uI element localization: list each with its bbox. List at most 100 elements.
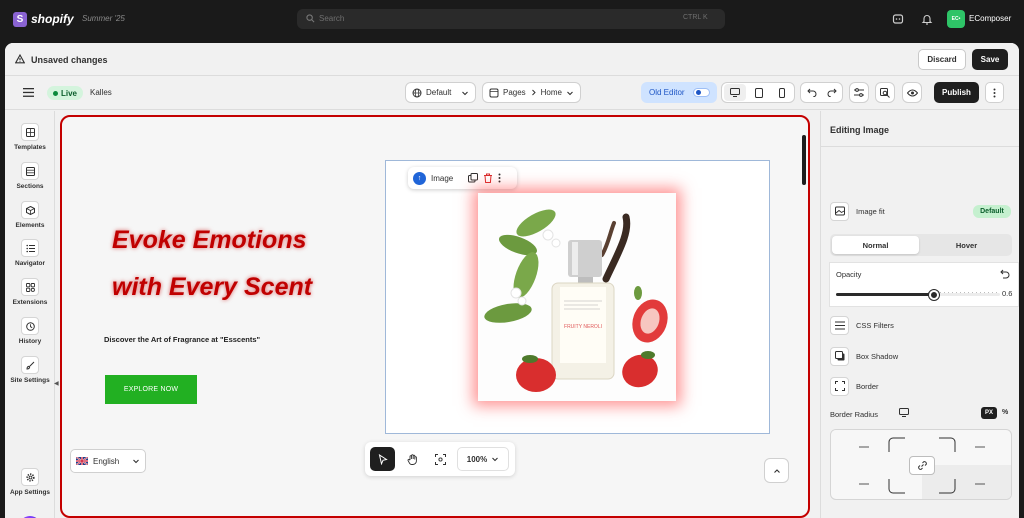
rail-item-label: Site Settings	[10, 377, 50, 384]
perfume-illustration: FRUITY NEROLI	[484, 209, 668, 392]
panel-title: Editing Image	[830, 125, 890, 135]
old-editor-label: Old Editor	[649, 88, 685, 97]
redo-button[interactable]	[823, 84, 841, 101]
template-dropdown-label: Default	[426, 88, 452, 97]
editor-toolbar: Live Kalles Default Pages Home Old Edito…	[5, 77, 1019, 110]
inbox-icon[interactable]	[892, 13, 904, 25]
rail-item-label: App Settings	[9, 489, 51, 496]
device-desktop-icon[interactable]	[899, 408, 909, 417]
shopify-topbar: S shopify Summer '25 Search CTRL K EC• E…	[0, 0, 1024, 40]
search-input[interactable]	[297, 9, 725, 29]
tab-normal[interactable]: Normal	[832, 236, 919, 254]
mobile-view-button[interactable]	[772, 84, 792, 101]
scroll-to-top-button[interactable]	[764, 458, 789, 483]
more-vertical-icon[interactable]	[498, 173, 501, 183]
opacity-slider-handle[interactable]	[929, 290, 939, 300]
preview-button[interactable]	[902, 82, 922, 103]
brush-icon	[21, 356, 39, 374]
language-selector[interactable]: English	[70, 449, 146, 473]
link-radius-button[interactable]	[909, 456, 935, 475]
duplicate-icon[interactable]	[468, 173, 479, 183]
live-status-badge: Live	[47, 86, 83, 100]
switch-knob	[696, 90, 701, 95]
image-fit-value-badge[interactable]: Default	[973, 205, 1011, 218]
page-breadcrumb-dropdown[interactable]: Pages Home	[482, 82, 581, 103]
border-radius-label: Border Radius	[830, 410, 878, 419]
image-element-selected[interactable]: ↑ Image FRUITY NEROLI	[385, 160, 770, 434]
image-select-parent-icon[interactable]: ↑	[413, 171, 426, 185]
panel-divider	[821, 146, 1019, 147]
contextual-save-bar: Unsaved changes Discard Save	[5, 43, 1019, 76]
opacity-value[interactable]: 0.6	[1002, 289, 1012, 298]
delete-icon[interactable]	[483, 173, 493, 183]
css-filters-row[interactable]: CSS Filters	[830, 314, 894, 336]
focus-frame-icon	[435, 453, 446, 465]
collapse-caret-icon[interactable]: ◀	[54, 380, 59, 388]
rail-item-label: Extensions	[12, 299, 48, 306]
link-icon	[917, 461, 927, 470]
image-fit-row[interactable]: Image fit	[830, 200, 885, 222]
discard-button[interactable]: Discard	[918, 49, 966, 70]
old-editor-switch[interactable]	[693, 88, 710, 97]
explore-now-button[interactable]: EXPLORE NOW	[105, 375, 197, 404]
editor-canvas[interactable]: Evoke Emotions with Every Scent Discover…	[60, 115, 810, 518]
rail-item-app-settings[interactable]: App Settings	[5, 468, 55, 496]
headline-line-1: Evoke Emotions	[112, 226, 307, 254]
history-controls	[800, 82, 843, 103]
chevron-down-icon	[567, 91, 573, 95]
fit-screen-button[interactable]	[428, 447, 453, 471]
redo-icon	[827, 88, 837, 97]
opacity-slider[interactable]	[836, 290, 1000, 300]
rail-item-navigator[interactable]: Navigator	[5, 239, 55, 267]
rail-item-label: Templates	[14, 144, 46, 151]
more-options-button[interactable]	[985, 82, 1004, 103]
border-label: Border	[856, 381, 879, 391]
tab-hover[interactable]: Hover	[923, 236, 1010, 254]
cursor-icon	[378, 453, 388, 465]
app-name[interactable]: EComposer	[969, 14, 1011, 23]
border-row[interactable]: Border	[830, 375, 879, 397]
rail-item-templates[interactable]: Templates	[5, 123, 55, 151]
inspect-button[interactable]	[875, 82, 895, 103]
tablet-view-button[interactable]	[749, 84, 769, 101]
style-state-tabs: Normal Hover	[830, 234, 1012, 256]
sections-icon	[21, 162, 39, 180]
save-button[interactable]: Save	[972, 49, 1008, 70]
rail-item-elements[interactable]: Elements	[5, 201, 55, 229]
hamburger-menu-icon[interactable]	[23, 88, 34, 97]
live-dot-icon	[52, 90, 58, 96]
rail-item-extensions[interactable]: Extensions	[5, 278, 55, 306]
edition-label: Summer '25	[82, 14, 125, 23]
templates-icon	[21, 123, 39, 141]
desktop-view-button[interactable]	[724, 84, 746, 101]
search-shortcut: CTRL K	[683, 14, 708, 21]
rail-item-sections[interactable]: Sections	[5, 162, 55, 190]
bell-icon[interactable]	[921, 13, 933, 25]
eye-icon	[906, 89, 918, 96]
border-icon	[830, 376, 849, 396]
template-dropdown[interactable]: Default	[405, 82, 476, 103]
shopify-brand: shopify	[31, 12, 74, 26]
canvas-scrollbar[interactable]	[802, 135, 806, 185]
unit-px-button[interactable]: PX	[981, 407, 997, 419]
shopify-logo-icon[interactable]: S	[13, 12, 27, 27]
perfume-product-image[interactable]: FRUITY NEROLI	[478, 193, 676, 401]
box-shadow-row[interactable]: Box Shadow	[830, 345, 898, 367]
hand-tool-button[interactable]	[400, 447, 425, 471]
settings-sliders-button[interactable]	[849, 82, 869, 103]
unit-percent-button[interactable]: %	[1002, 409, 1008, 416]
rail-item-site-settings[interactable]: Site Settings	[5, 356, 55, 384]
publish-button[interactable]: Publish	[934, 82, 979, 103]
image-element-toolbar: ↑ Image	[408, 167, 517, 189]
undo-button[interactable]	[803, 84, 821, 101]
search-placeholder: Search	[319, 14, 345, 23]
zoom-level-dropdown[interactable]: 100%	[457, 447, 509, 471]
pointer-tool-button[interactable]	[370, 447, 395, 471]
hero-headline[interactable]: Evoke Emotions with Every Scent	[112, 217, 412, 311]
hero-subheading[interactable]: Discover the Art of Fragrance at "Esscen…	[104, 335, 260, 344]
rail-item-history[interactable]: History	[5, 317, 55, 345]
app-avatar[interactable]: EC•	[947, 10, 965, 28]
image-fit-label: Image fit	[856, 206, 885, 216]
undo-icon	[807, 88, 817, 97]
reset-icon[interactable]	[1000, 269, 1010, 279]
